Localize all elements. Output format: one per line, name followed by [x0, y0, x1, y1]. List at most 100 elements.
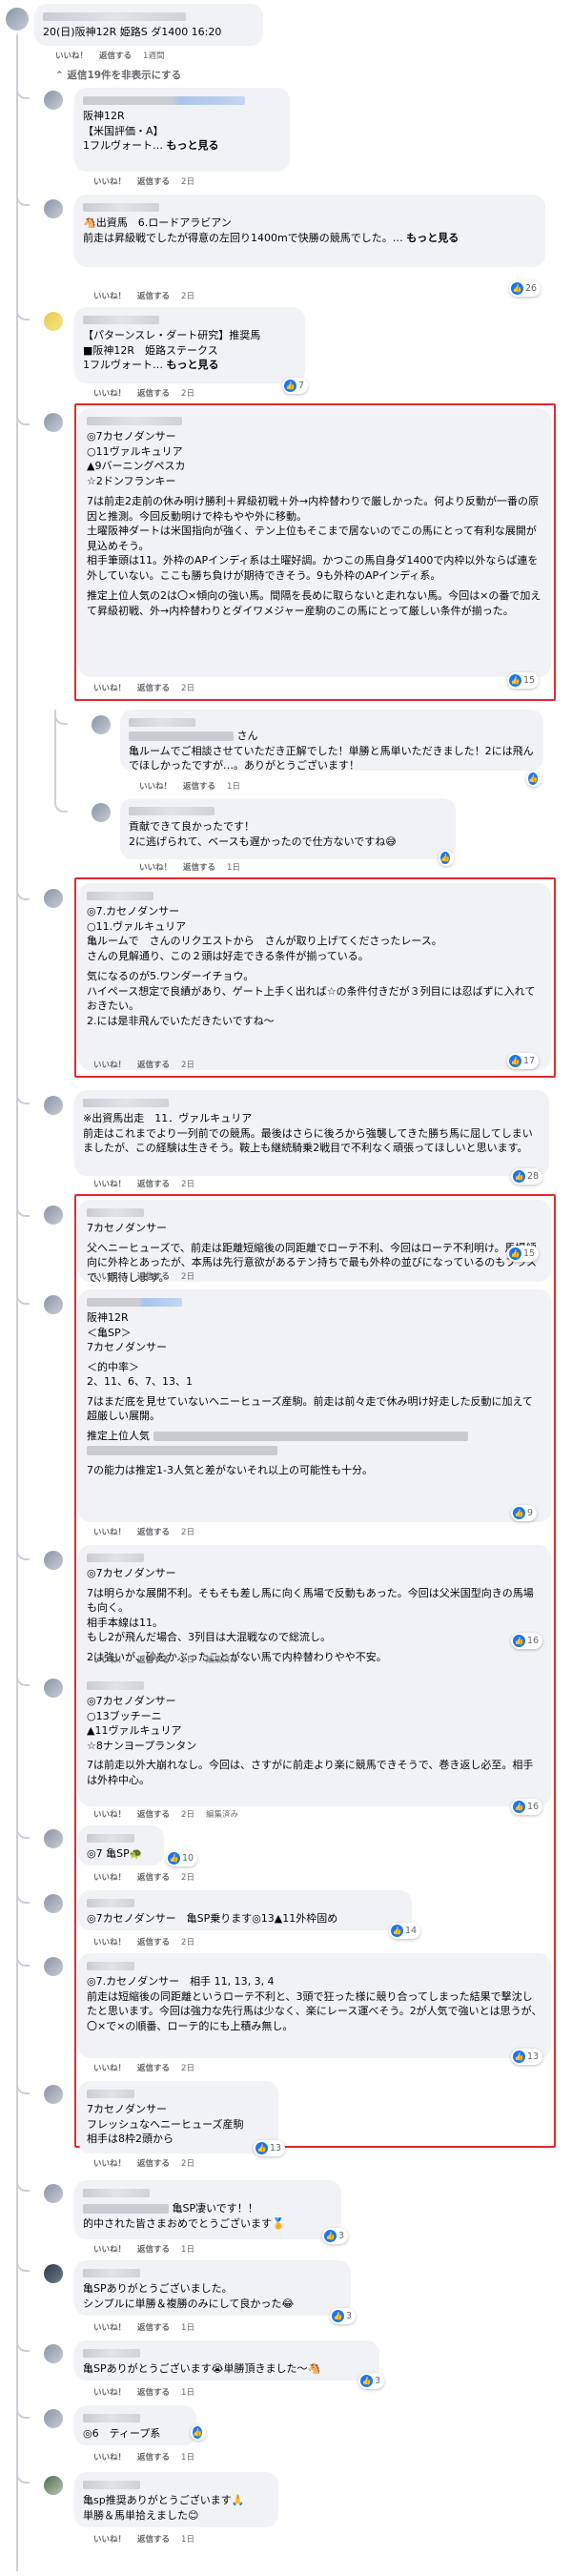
like-action[interactable]: いいね！	[55, 52, 88, 61]
avatar[interactable]	[6, 8, 29, 31]
reaction-count[interactable]: 👍 15	[507, 672, 540, 689]
author-name[interactable]	[83, 316, 159, 324]
avatar[interactable]	[44, 1894, 63, 1913]
like-action[interactable]: いいね！	[93, 1656, 126, 1665]
avatar[interactable]	[44, 1957, 63, 1976]
reaction-count[interactable]: 👍	[526, 771, 541, 787]
reply-action[interactable]: 返信する	[137, 1272, 170, 1282]
author-name[interactable]	[87, 1681, 144, 1690]
avatar[interactable]	[44, 2409, 63, 2428]
author-name[interactable]	[83, 2269, 140, 2277]
author-name[interactable]	[83, 2414, 140, 2422]
author-name[interactable]	[87, 2090, 134, 2098]
reaction-count[interactable]: 👍 15	[507, 1246, 540, 1262]
like-action[interactable]: いいね！	[93, 1810, 126, 1820]
reaction-count[interactable]: 👍 26	[509, 280, 541, 297]
reply-action[interactable]: 返信する	[137, 2535, 170, 2545]
reply-action[interactable]: 返信する	[137, 1656, 170, 1665]
like-action[interactable]: いいね！	[93, 2245, 126, 2255]
author-name[interactable]	[87, 1208, 144, 1217]
reply-action[interactable]: 返信する	[137, 1180, 170, 1189]
author-name[interactable]	[87, 417, 182, 425]
reply-action[interactable]: 返信する	[137, 1810, 170, 1820]
reaction-count[interactable]: 👍 9	[511, 1505, 538, 1521]
reply-action[interactable]: 返信する	[137, 2453, 170, 2463]
author-name[interactable]	[87, 1834, 134, 1843]
reaction-count[interactable]: 👍	[439, 850, 454, 866]
reply-action[interactable]: 返信する	[137, 1873, 170, 1883]
like-action[interactable]: いいね！	[93, 2064, 126, 2073]
reply-action[interactable]: 返信する	[137, 1938, 170, 1947]
reply-action[interactable]: 返信する	[137, 684, 170, 693]
avatar[interactable]	[44, 2476, 63, 2495]
reply-action[interactable]: 返信する	[137, 2388, 170, 2398]
author-name[interactable]	[83, 2481, 140, 2489]
author-name[interactable]	[83, 96, 245, 105]
like-action[interactable]: いいね！	[93, 2388, 126, 2398]
author-name[interactable]	[87, 1899, 134, 1907]
see-more-link[interactable]: もっと見る	[167, 359, 219, 371]
reply-action[interactable]: 返信する	[137, 2064, 170, 2073]
reply-action[interactable]: 返信する	[137, 2245, 170, 2255]
hide-replies-link[interactable]: ⌃ 返信19件を非表示にする	[55, 68, 181, 82]
reaction-count[interactable]: 👍 7	[282, 378, 309, 394]
like-action[interactable]: いいね！	[93, 292, 126, 301]
reply-action[interactable]: 返信する	[137, 2323, 170, 2333]
reply-action[interactable]: 返信する	[183, 782, 215, 792]
like-action[interactable]: いいね！	[93, 1873, 126, 1883]
like-action[interactable]: いいね！	[93, 1938, 126, 1947]
reply-action[interactable]: 返信する	[183, 863, 215, 873]
author-name[interactable]	[83, 1099, 169, 1107]
reply-action[interactable]: 返信する	[137, 292, 170, 301]
like-action[interactable]: いいね！	[139, 863, 172, 873]
like-action[interactable]: いいね！	[93, 2535, 126, 2545]
mention-blur[interactable]	[129, 732, 234, 741]
author-name[interactable]	[43, 12, 186, 21]
avatar[interactable]	[44, 1295, 63, 1314]
reply-action[interactable]: 返信する	[137, 1061, 170, 1070]
like-action[interactable]: いいね！	[93, 1528, 126, 1537]
reaction-count[interactable]: 👍 3	[358, 2373, 385, 2389]
like-action[interactable]: いいね！	[93, 684, 126, 693]
reaction-count[interactable]: 👍 28	[511, 1168, 543, 1185]
reaction-count[interactable]: 👍 10	[166, 1850, 198, 1866]
avatar[interactable]	[44, 312, 63, 331]
reply-action[interactable]: 返信する	[137, 1528, 170, 1537]
avatar[interactable]	[92, 715, 111, 734]
see-more-link[interactable]: もっと見る	[406, 232, 459, 244]
author-name[interactable]	[87, 1298, 182, 1307]
author-name[interactable]	[87, 892, 153, 900]
avatar[interactable]	[44, 2264, 63, 2283]
avatar[interactable]	[44, 2085, 63, 2104]
like-action[interactable]: いいね！	[93, 1061, 126, 1070]
author-name[interactable]	[129, 807, 214, 815]
author-name[interactable]	[83, 2349, 140, 2358]
see-more-link[interactable]: もっと見る	[167, 139, 219, 152]
reaction-count[interactable]: 👍 13	[254, 2140, 286, 2156]
avatar[interactable]	[44, 1206, 63, 1225]
like-action[interactable]: いいね！	[93, 2323, 126, 2333]
author-name[interactable]	[83, 2189, 150, 2197]
reply-action[interactable]: 返信する	[137, 2159, 170, 2169]
reaction-count[interactable]: 👍 16	[511, 1633, 543, 1649]
like-action[interactable]: いいね！	[93, 389, 126, 399]
reaction-count[interactable]: 👍 3	[322, 2228, 349, 2244]
like-action[interactable]: いいね！	[93, 1272, 126, 1282]
avatar[interactable]	[44, 1829, 63, 1848]
reaction-count[interactable]: 👍 3	[330, 2308, 357, 2324]
avatar[interactable]	[44, 889, 63, 908]
author-name[interactable]	[87, 1554, 144, 1562]
like-action[interactable]: いいね！	[93, 177, 126, 187]
reply-action[interactable]: 返信する	[137, 389, 170, 399]
mention-blur[interactable]	[83, 2204, 169, 2214]
reaction-count[interactable]: 👍 14	[389, 1923, 421, 1939]
reaction-count[interactable]: 👍 16	[511, 1799, 543, 1815]
avatar[interactable]	[44, 1679, 63, 1698]
like-action[interactable]: いいね！	[93, 2159, 126, 2169]
avatar[interactable]	[44, 413, 63, 432]
avatar[interactable]	[44, 2184, 63, 2203]
reply-action[interactable]: 返信する	[99, 52, 132, 61]
reply-action[interactable]: 返信する	[137, 177, 170, 187]
avatar[interactable]	[44, 199, 63, 218]
like-action[interactable]: いいね！	[93, 2453, 126, 2463]
